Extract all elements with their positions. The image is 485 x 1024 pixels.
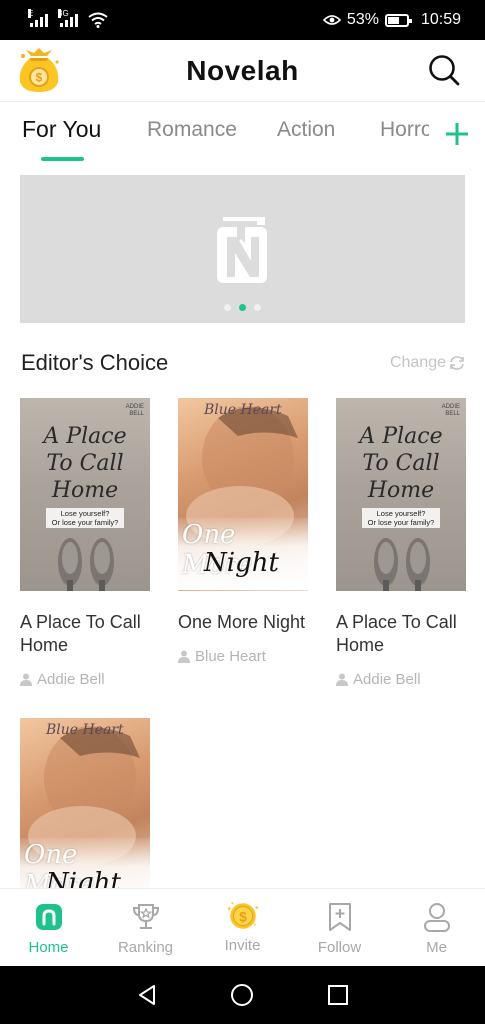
section-title: Editor's Choice — [21, 350, 169, 375]
cover-title-line: Night — [204, 548, 279, 578]
person-icon — [178, 650, 190, 663]
nav-label: Me — [426, 939, 447, 956]
eye-icon — [322, 15, 341, 25]
author-name: Addie Bell — [353, 671, 421, 688]
wifi-icon — [88, 12, 108, 28]
nav-home[interactable]: Home — [0, 889, 97, 966]
book-title[interactable]: One More Night — [178, 611, 308, 634]
status-left: E 3G — [28, 9, 108, 28]
cover-title-line: Home — [367, 478, 435, 503]
book-cover[interactable]: ADDIE BELL A Place To Call Home Lose you… — [336, 398, 466, 591]
tab-action[interactable]: Action — [277, 118, 335, 142]
cover-title-line: Home — [51, 478, 119, 503]
status-right: 53% 10:59 — [322, 11, 461, 29]
tab-for-you[interactable]: For You — [22, 116, 101, 143]
book-cover[interactable]: Blue Heart One More Night — [20, 718, 150, 911]
pagination-dot[interactable] — [254, 304, 261, 311]
app-header: $ Novelah — [0, 40, 485, 102]
sneakers-illustration — [58, 538, 114, 591]
nav-ranking[interactable]: Ranking — [97, 889, 194, 966]
cover-author: ADDIE BELL — [125, 404, 144, 417]
signal-icon: E — [28, 9, 48, 27]
coin-icon: $ — [227, 902, 258, 929]
signal-icon: 3G — [58, 9, 78, 27]
battery-percent: 53% — [346, 11, 379, 28]
book-cover[interactable]: ADDIE BELL A Place To Call Home Lose you… — [20, 398, 150, 591]
banner-pagination — [20, 304, 465, 311]
app-title: Novelah — [186, 54, 299, 86]
promo-banner[interactable] — [20, 175, 465, 323]
nav-label: Invite — [224, 937, 261, 954]
book-author: Addie Bell — [336, 671, 466, 688]
app-screen: E 3G 53% 10:59 $ Novelah For You Romance… — [0, 0, 485, 1024]
clock: 10:59 — [420, 11, 461, 28]
author-name: Blue Heart — [195, 648, 266, 665]
nav-label: Follow — [317, 939, 362, 956]
nav-me[interactable]: Me — [388, 889, 485, 966]
cover-title-line: To Call — [46, 451, 124, 476]
change-label: Change — [389, 354, 446, 371]
novelah-logo-icon — [217, 217, 267, 283]
nav-invite[interactable]: $ Invite — [194, 889, 291, 966]
book-card[interactable]: ADDIE BELL A Place To Call Home Lose you… — [336, 398, 466, 688]
search-icon[interactable] — [427, 53, 461, 87]
pagination-dot-active[interactable] — [239, 304, 246, 311]
person-icon — [336, 673, 348, 686]
cover-brand: Blue Heart — [46, 722, 124, 738]
status-bar: E 3G 53% 10:59 — [0, 0, 485, 40]
cover-title-line: A Place — [359, 424, 443, 449]
system-nav-bar — [0, 966, 485, 1024]
nav-label: Ranking — [117, 939, 174, 956]
change-button[interactable]: Change — [390, 354, 465, 372]
book-title[interactable]: A Place To Call Home — [20, 611, 150, 657]
person-icon — [20, 673, 32, 686]
tab-romance[interactable]: Romance — [147, 118, 237, 142]
book-card[interactable]: Blue Heart One More Night One More Night… — [178, 398, 308, 665]
recents-icon[interactable] — [327, 984, 349, 1006]
home-icon — [35, 904, 62, 930]
bookmark-add-icon — [328, 903, 351, 931]
back-icon[interactable] — [136, 984, 158, 1006]
trophy-icon — [132, 904, 159, 929]
pagination-dot[interactable] — [224, 304, 231, 311]
coin-bag-icon[interactable]: $ — [14, 48, 64, 94]
book-author: Blue Heart — [178, 648, 308, 665]
sneakers-illustration — [374, 538, 430, 591]
cover-author: ADDIE BELL — [441, 404, 460, 417]
add-category-icon[interactable] — [445, 122, 469, 146]
svg-text:$: $ — [36, 71, 43, 85]
cover-brand: Blue Heart — [204, 402, 282, 418]
cover-title-line: A Place — [43, 424, 127, 449]
nav-follow[interactable]: Follow — [291, 889, 388, 966]
book-author: Addie Bell — [20, 671, 150, 688]
book-cover[interactable]: Blue Heart One More Night — [178, 398, 308, 591]
category-tabs: For You Romance Action Horror — [0, 102, 485, 164]
cover-title-line: To Call — [362, 451, 440, 476]
home-circle-icon[interactable] — [230, 983, 254, 1007]
profile-icon — [423, 903, 450, 932]
svg-text:$: $ — [239, 908, 247, 924]
book-card[interactable]: Blue Heart One More Night — [20, 718, 150, 911]
author-name: Addie Bell — [37, 671, 105, 688]
book-card[interactable]: ADDIE BELL A Place To Call Home Lose you… — [20, 398, 150, 688]
battery-icon — [384, 13, 412, 27]
active-tab-indicator — [41, 157, 84, 161]
refresh-icon — [450, 356, 464, 370]
bottom-nav: Home Ranking $ Invite Follow Me — [0, 888, 485, 966]
book-title[interactable]: A Place To Call Home — [336, 611, 466, 657]
nav-label: Home — [28, 939, 69, 956]
